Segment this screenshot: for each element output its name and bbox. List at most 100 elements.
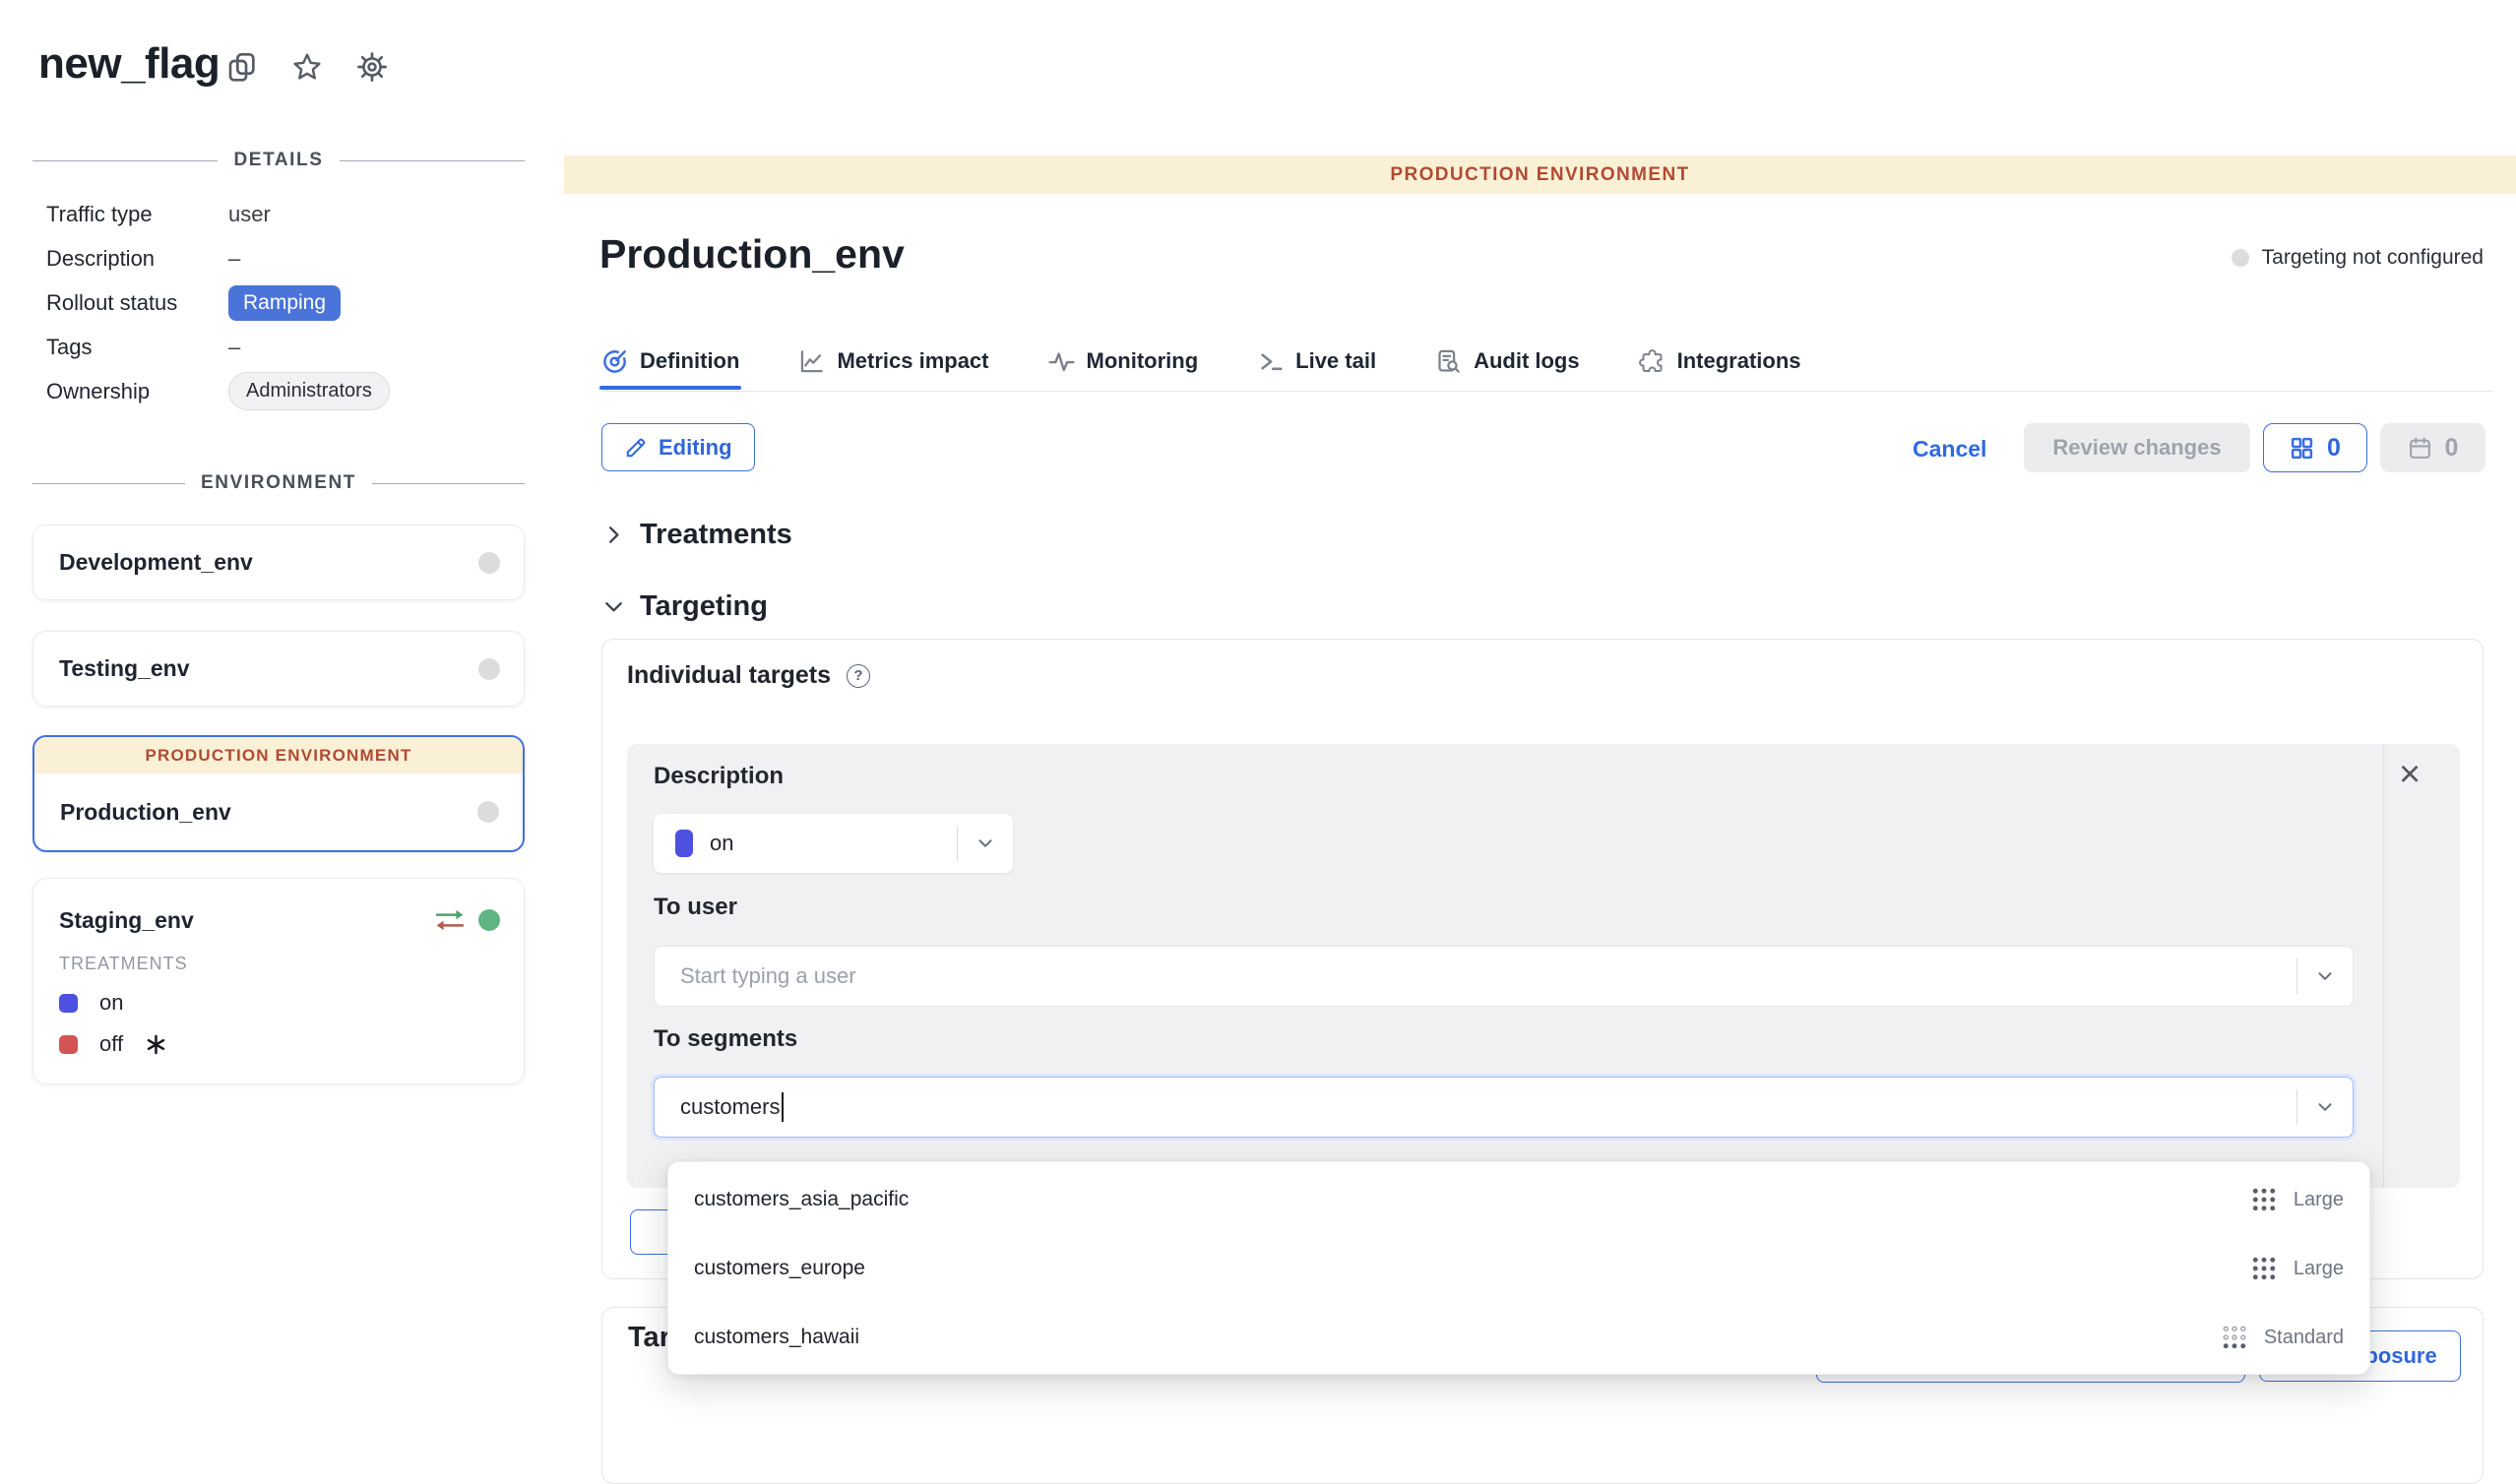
tab-label: Audit logs: [1474, 348, 1580, 374]
large-segment-icon: [2250, 1255, 2278, 1282]
detail-label: Traffic type: [46, 202, 228, 227]
detail-value: user: [228, 202, 271, 227]
chevron-right-icon: [602, 524, 625, 546]
env-card-development[interactable]: Development_env: [32, 525, 525, 600]
to-user-label: To user: [654, 894, 737, 921]
segment-size-label: Standard: [2264, 1327, 2344, 1349]
chevron-down-icon[interactable]: [2297, 1096, 2353, 1118]
tab-metrics-impact[interactable]: Metrics impact: [798, 333, 988, 390]
environment-title: ENVIRONMENT: [201, 472, 356, 494]
status-dot-icon: [2232, 249, 2249, 267]
status-dot-icon: [478, 552, 500, 574]
tab-label: Monitoring: [1087, 348, 1199, 374]
treatment-color-chip: [59, 1035, 78, 1054]
status-dot-icon: [477, 801, 499, 823]
terminal-icon: [1257, 348, 1284, 375]
tab-integrations[interactable]: Integrations: [1639, 333, 1801, 390]
standard-segment-icon: [2221, 1324, 2248, 1351]
env-name: Development_env: [59, 549, 253, 576]
grid-icon: [2290, 436, 2314, 461]
tab-monitoring[interactable]: Monitoring: [1048, 333, 1199, 390]
tab-label: Metrics impact: [837, 348, 988, 374]
flag-header-actions: [226, 51, 388, 83]
detail-row-traffic-type: Traffic type user: [46, 192, 538, 236]
changes-count-button[interactable]: 0: [2263, 423, 2367, 472]
star-icon[interactable]: [291, 51, 323, 83]
treatments-title: TREATMENTS: [59, 954, 524, 974]
targeting-status: Targeting not configured: [2232, 246, 2484, 270]
gear-icon[interactable]: [356, 51, 388, 83]
env-name: Staging_env: [59, 907, 194, 934]
segment-option-hawaii[interactable]: customers_hawaii Standard: [668, 1303, 2369, 1372]
production-environment-banner: PRODUCTION ENVIRONMENT: [564, 155, 2516, 194]
targeting-section-toggle[interactable]: Targeting: [602, 590, 768, 623]
treatments-section-title: Treatments: [640, 519, 792, 551]
tab-label: Live tail: [1295, 348, 1376, 374]
tab-audit-logs[interactable]: Audit logs: [1435, 333, 1580, 390]
environment-section-header: ENVIRONMENT: [32, 472, 525, 494]
env-card-testing[interactable]: Testing_env: [32, 631, 525, 707]
chevron-down-icon[interactable]: [2297, 965, 2353, 987]
segment-name: customers_asia_pacific: [694, 1188, 909, 1211]
status-dot-icon: [478, 658, 500, 680]
detail-label: Description: [46, 246, 228, 272]
scheduled-count-button[interactable]: 0: [2380, 423, 2485, 472]
chevron-down-icon[interactable]: [958, 833, 1013, 854]
default-treatment-asterisk-icon: [145, 1033, 167, 1056]
to-user-input[interactable]: [655, 947, 2296, 1006]
definition-target-icon: [601, 348, 628, 375]
environment-page-title: Production_env: [599, 231, 905, 278]
details-section-header: DETAILS: [32, 150, 525, 171]
treatment-label: on: [99, 990, 123, 1016]
review-changes-button[interactable]: Review changes: [2024, 423, 2250, 472]
detail-row-description: Description –: [46, 236, 538, 280]
detail-label: Rollout status: [46, 290, 228, 316]
treatment-select[interactable]: on: [654, 814, 1013, 873]
segment-name: customers_hawaii: [694, 1326, 859, 1349]
status-dot-icon: [478, 909, 500, 931]
editing-button[interactable]: Editing: [601, 423, 755, 471]
segment-name: customers_europe: [694, 1257, 865, 1280]
puzzle-icon: [1639, 348, 1666, 375]
segment-option-europe[interactable]: customers_europe Large: [668, 1234, 2369, 1303]
scheduled-count: 0: [2445, 434, 2459, 463]
details-list: Traffic type user Description – Rollout …: [46, 192, 538, 413]
segments-dropdown: customers_asia_pacific Large customers_e…: [667, 1161, 2370, 1375]
to-segments-input-value[interactable]: customers: [680, 1094, 780, 1120]
tabs-divider: [601, 391, 2492, 392]
ownership-pill[interactable]: Administrators: [228, 372, 390, 410]
env-card-staging[interactable]: Staging_env TREATMENTS on off: [32, 878, 525, 1084]
detail-row-tags: Tags –: [46, 325, 538, 369]
targeting-section-title: Targeting: [640, 590, 768, 623]
tab-live-tail[interactable]: Live tail: [1257, 333, 1376, 390]
treatments-section-toggle[interactable]: Treatments: [602, 519, 792, 551]
help-icon[interactable]: ?: [847, 664, 870, 688]
segment-option-asia-pacific[interactable]: customers_asia_pacific Large: [668, 1165, 2369, 1234]
metrics-chart-icon: [798, 348, 825, 375]
production-env-banner: PRODUCTION ENVIRONMENT: [34, 737, 523, 773]
cancel-link[interactable]: Cancel: [1913, 436, 1986, 463]
tab-label: Integrations: [1677, 348, 1801, 374]
close-icon[interactable]: ×: [2399, 756, 2421, 793]
tab-definition[interactable]: Definition: [601, 333, 739, 390]
selected-treatment: on: [710, 831, 733, 856]
page-title: new_flag: [38, 39, 220, 89]
editing-label: Editing: [659, 435, 732, 461]
to-segments-field[interactable]: customers: [654, 1077, 2354, 1138]
env-card-production[interactable]: PRODUCTION ENVIRONMENT Production_env: [32, 735, 525, 852]
detail-value: –: [228, 246, 240, 272]
details-title: DETAILS: [233, 150, 323, 171]
to-segments-label: To segments: [654, 1025, 797, 1053]
to-user-field: [654, 946, 2354, 1007]
detail-value: –: [228, 335, 240, 360]
treatment-label: off: [99, 1031, 123, 1057]
treatment-row-on: on: [59, 990, 524, 1016]
detail-label: Ownership: [46, 379, 228, 404]
copy-icon[interactable]: [226, 51, 258, 83]
treatment-color-chip: [675, 830, 693, 857]
changes-count: 0: [2327, 434, 2341, 463]
individual-target-card: × Description on To user To segments: [627, 744, 2460, 1188]
card-divider: [2383, 744, 2384, 1188]
description-label: Description: [654, 763, 784, 790]
chevron-down-icon: [602, 595, 625, 618]
